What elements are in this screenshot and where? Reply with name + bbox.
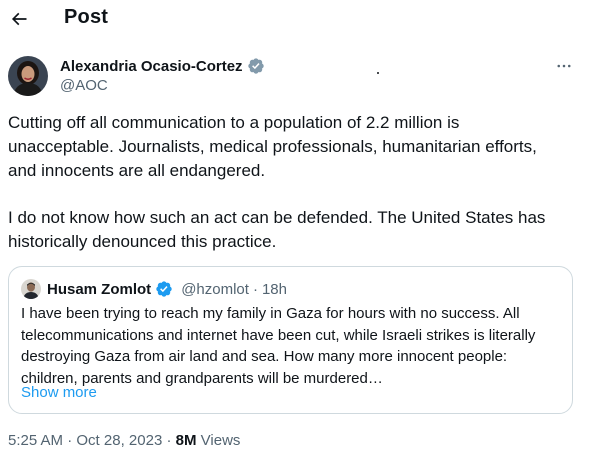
arrow-left-icon [11, 12, 27, 26]
quoted-text-line: destroying Gaza from air land and sea. H… [21, 348, 508, 365]
more-horizontal-icon [557, 64, 571, 68]
author-name-row: Alexandria Ocasio-Cortez [60, 57, 265, 75]
stray-dot [377, 72, 379, 74]
quoted-author-name[interactable]: Husam Zomlot [47, 281, 151, 298]
author-handle[interactable]: @AOC [60, 77, 108, 94]
page-title: Post [64, 6, 109, 28]
views-label: Views [200, 432, 241, 449]
quoted-text-line: children, parents and grandparents will … [21, 369, 383, 387]
tweet-text-line: unacceptable. Journalists, medical profe… [8, 137, 537, 156]
quoted-text-line: I have been trying to reach my family in… [21, 305, 520, 322]
tweet-text-line: I do not know how such an act can be def… [8, 208, 546, 227]
post-date[interactable]: Oct 28, 2023 [76, 432, 162, 449]
author-avatar[interactable] [8, 56, 48, 96]
show-more-link[interactable]: Show more [21, 384, 97, 401]
post-time[interactable]: 5:25 AM [8, 432, 63, 449]
tweet-paragraph-1: Cutting off all communication to a popul… [8, 111, 573, 183]
separator-dot: · [252, 280, 258, 298]
views-count: 8M [175, 432, 197, 449]
author-name[interactable]: Alexandria Ocasio-Cortez [60, 58, 243, 75]
quoted-post-time[interactable]: 18h [262, 281, 287, 298]
verified-badge-icon [247, 58, 264, 74]
tweet-paragraph-2: I do not know how such an act can be def… [8, 206, 573, 254]
tweet-text-line: Cutting off all communication to a popul… [8, 113, 460, 132]
quoted-post-text: I have been trying to reach my family in… [21, 303, 561, 389]
verified-badge-icon [156, 281, 172, 297]
post-header: Post [0, 0, 593, 38]
quoted-text-line: telecommunications and internet have bee… [21, 326, 536, 344]
separator-dot: · [166, 432, 172, 449]
post-metadata: 5:25 AM · Oct 28, 2023 · 8M Views [8, 432, 240, 449]
tweet-text-line: and innocents are all endangered. [8, 161, 266, 180]
quoted-post-header: Husam Zomlot @hzomlot · 18h [21, 279, 287, 299]
back-button[interactable] [6, 6, 32, 32]
quoted-author-handle[interactable]: @hzomlot [181, 281, 249, 298]
quoted-post-card[interactable]: Husam Zomlot @hzomlot · 18h I have been … [8, 266, 573, 414]
tweet-text-line: historically denounced this practice. [8, 232, 277, 251]
quoted-author-avatar[interactable] [21, 279, 41, 299]
separator-dot: · [67, 432, 73, 449]
more-options-button[interactable] [552, 56, 576, 76]
